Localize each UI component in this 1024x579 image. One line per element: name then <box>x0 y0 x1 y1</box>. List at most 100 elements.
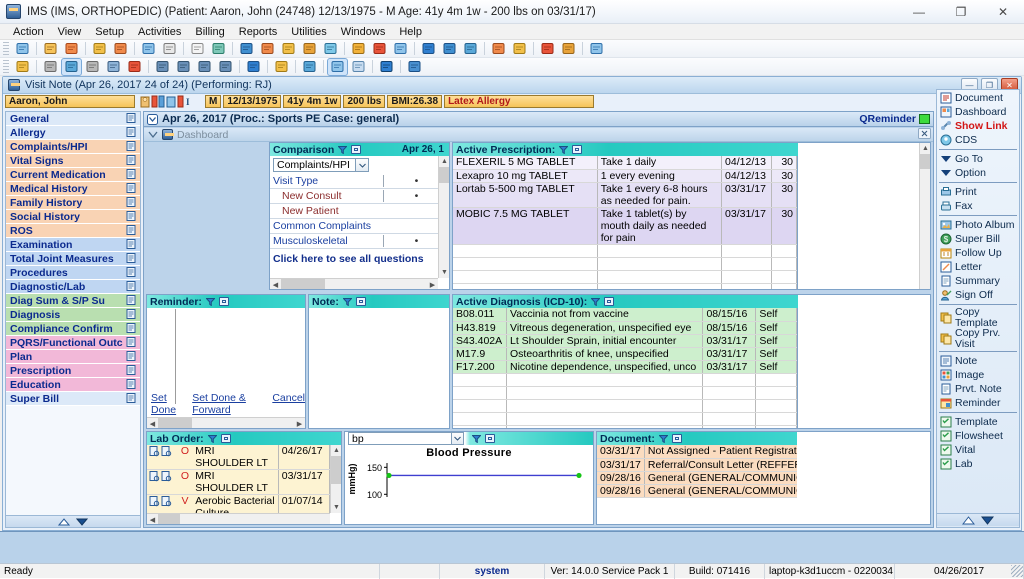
toolbar-grip[interactable] <box>3 59 9 74</box>
menu-item-utilities[interactable]: Utilities <box>284 24 333 40</box>
filter-icon[interactable] <box>658 434 668 443</box>
toolbar-sheet2-icon[interactable] <box>510 41 529 57</box>
toolbar-heart-icon[interactable] <box>125 59 144 75</box>
action-dashboard[interactable]: Dashboard <box>937 105 1019 119</box>
toolbar-money-icon[interactable] <box>237 41 256 57</box>
sidebar-item-ros[interactable]: ROS <box>6 224 140 238</box>
lab-result-icon[interactable] <box>149 471 160 482</box>
sidebar-item-social-history[interactable]: Social History <box>6 210 140 224</box>
section-note-icon[interactable] <box>126 295 137 306</box>
section-note-icon[interactable] <box>126 211 137 222</box>
lab-hscrollbar[interactable]: ◀ <box>147 513 330 524</box>
reminder-set-done-forward-link[interactable]: Set Done & Forward <box>192 392 264 416</box>
data-point[interactable] <box>576 472 582 479</box>
section-note-icon[interactable] <box>126 323 137 334</box>
filter-icon[interactable] <box>472 434 481 443</box>
toolbar-card-icon[interactable] <box>559 41 578 57</box>
comparison-vscrollbar[interactable]: ▲ ▼ <box>438 156 449 278</box>
toolbar-globe2-icon[interactable] <box>461 41 480 57</box>
sidebar-item-plan[interactable]: Plan <box>6 350 140 364</box>
document-row[interactable]: 03/31/17 Not Assigned - Patient Registrat… <box>597 445 797 459</box>
action-super-bill[interactable]: $ Super Bill <box>937 232 1019 246</box>
action-photo-album[interactable]: Photo Album <box>937 218 1019 232</box>
sidebar-item-medical-history[interactable]: Medical History <box>6 182 140 196</box>
minimize-button[interactable]: — <box>898 0 940 24</box>
toolbar-refresh-icon[interactable] <box>244 59 263 75</box>
toolbar-folder-icon[interactable] <box>90 41 109 57</box>
section-note-icon[interactable] <box>126 365 137 376</box>
action-prvt-note[interactable]: Prvt. Note <box>937 382 1019 396</box>
lab-detail-icon[interactable] <box>161 496 172 507</box>
maximize-panel-icon[interactable] <box>572 145 583 154</box>
toolbar-coin-icon[interactable] <box>300 41 319 57</box>
section-note-icon[interactable] <box>126 127 137 138</box>
lab-action-icons[interactable] <box>147 445 178 470</box>
section-note-icon[interactable] <box>126 337 137 348</box>
chevron-down-icon[interactable] <box>355 159 368 171</box>
section-note-icon[interactable] <box>126 239 137 250</box>
toolbar-open-icon[interactable] <box>13 59 32 75</box>
section-note-icon[interactable] <box>126 225 137 236</box>
scroll-up-icon[interactable]: ▲ <box>331 445 341 456</box>
toolbar-chart-icon[interactable] <box>538 41 557 57</box>
menu-item-action[interactable]: Action <box>6 24 51 40</box>
toolbar-personCheck-icon[interactable] <box>41 41 60 57</box>
scroll-left-icon[interactable]: ◀ <box>147 514 158 524</box>
scroll-left-icon[interactable]: ◀ <box>270 279 281 289</box>
lab-action-icons[interactable] <box>147 494 178 513</box>
comparison-hscrollbar[interactable]: ◀ ▶ <box>270 278 438 289</box>
action-copy-prv-visit[interactable]: Copy Prv. Visit <box>937 328 1019 349</box>
sidebar-item-vital-signs[interactable]: Vital Signs <box>6 154 140 168</box>
action-letter[interactable]: Letter <box>937 260 1019 274</box>
patient-name[interactable]: Aaron, John <box>5 95 135 108</box>
lab-result-icon[interactable] <box>149 496 160 507</box>
action-fax[interactable]: Fax <box>937 199 1019 213</box>
scroll-down-icon[interactable] <box>76 518 88 526</box>
maximize-panel-icon[interactable] <box>355 297 366 306</box>
toolbar-tpl-icon[interactable] <box>300 59 319 75</box>
expand-encounter-icon[interactable] <box>147 113 158 125</box>
comparison-row[interactable]: Common Complaints <box>270 219 449 234</box>
action-copy-template[interactable]: Copy Template <box>937 307 1019 328</box>
filter-icon[interactable] <box>207 434 217 443</box>
section-note-icon[interactable] <box>126 113 137 124</box>
toolbar-stamp-icon[interactable] <box>391 41 410 57</box>
sidebar-item-diagnosis[interactable]: Diagnosis <box>6 308 140 322</box>
menu-item-reports[interactable]: Reports <box>232 24 285 40</box>
sidebar-item-complaints-hpi[interactable]: Complaints/HPI <box>6 140 140 154</box>
toolbar-doc-icon[interactable] <box>188 41 207 57</box>
sidebar-item-current-medication[interactable]: Current Medication <box>6 168 140 182</box>
lab-order-row[interactable]: O MRI SHOULDER LT 04/26/17 <box>147 445 330 470</box>
toolbar-globe-icon[interactable] <box>440 41 459 57</box>
filter-icon[interactable] <box>342 297 352 306</box>
lab-action-icons[interactable] <box>147 469 178 495</box>
action-follow-up[interactable]: Follow Up <box>937 246 1019 260</box>
section-note-icon[interactable] <box>126 183 137 194</box>
prescription-row[interactable]: MOBIC 7.5 MG TABLET Take 1 tablet(s) by m… <box>453 207 797 245</box>
scroll-thumb[interactable] <box>331 456 341 484</box>
toolbar-link-icon[interactable] <box>104 59 123 75</box>
lab-result-icon[interactable] <box>149 446 160 457</box>
scroll-up-icon[interactable]: ▲ <box>920 143 930 154</box>
lab-vscrollbar[interactable]: ▲ ▼ <box>330 445 341 513</box>
filter-icon[interactable] <box>591 297 601 306</box>
sidebar-item-diagnostic-lab[interactable]: Diagnostic/Lab <box>6 280 140 294</box>
menu-item-windows[interactable]: Windows <box>334 24 393 40</box>
section-note-icon[interactable] <box>126 351 137 362</box>
toolbar-report-icon[interactable] <box>139 41 158 57</box>
action-summary[interactable]: Summary <box>937 274 1019 288</box>
scroll-left-icon[interactable]: ◀ <box>147 418 158 428</box>
scroll-up-icon[interactable] <box>962 515 975 525</box>
prescription-row[interactable]: Lexapro 10 mg TABLET 1 every evening 04/12… <box>453 169 797 183</box>
toolbar-first-icon[interactable] <box>153 59 172 75</box>
prescription-row[interactable]: Lortab 5-500 mg TABLET Take 1 every 6-8 h… <box>453 182 797 208</box>
sidebar-item-education[interactable]: Education <box>6 378 140 392</box>
menu-item-help[interactable]: Help <box>392 24 429 40</box>
maximize-panel-icon[interactable] <box>485 434 495 443</box>
diagnosis-row[interactable]: S43.402A Lt Shoulder Sprain, initial enco… <box>453 334 797 348</box>
section-note-icon[interactable] <box>126 309 137 320</box>
toolbar-srch-icon[interactable] <box>327 57 348 76</box>
diagnosis-row[interactable]: M17.9 Osteoarthritis of knee, unspecified… <box>453 347 797 361</box>
reminder-set-done-link[interactable]: Set Done <box>151 392 184 416</box>
action-print[interactable]: Print <box>937 185 1019 199</box>
